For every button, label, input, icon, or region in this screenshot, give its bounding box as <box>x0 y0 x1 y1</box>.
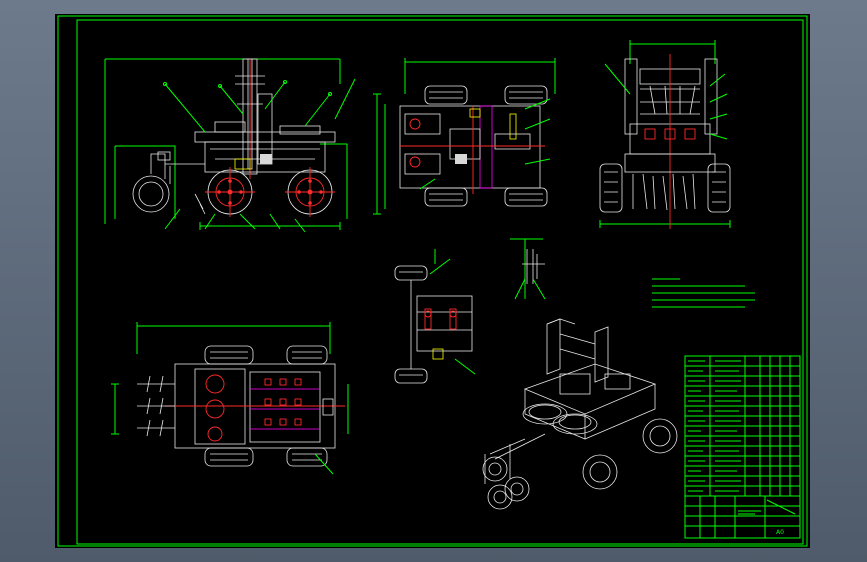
wheel-detail-view[interactable] <box>394 249 476 384</box>
blade-detail-view[interactable] <box>510 238 546 300</box>
drawing-canvas: A0 <box>57 15 808 547</box>
title-block[interactable]: A0 <box>684 355 801 539</box>
drawing-sheet[interactable]: A0 <box>55 14 810 548</box>
bottom-plan-view[interactable] <box>111 322 349 475</box>
technical-notes <box>652 278 755 308</box>
front-elevation-view[interactable] <box>599 40 731 229</box>
scale-label: A0 <box>776 529 784 536</box>
cad-viewport[interactable]: A0 <box>0 0 867 562</box>
top-plan-view[interactable] <box>373 58 556 215</box>
side-elevation-view[interactable] <box>104 58 356 233</box>
isometric-view[interactable] <box>482 318 678 510</box>
inner-border <box>76 19 804 545</box>
